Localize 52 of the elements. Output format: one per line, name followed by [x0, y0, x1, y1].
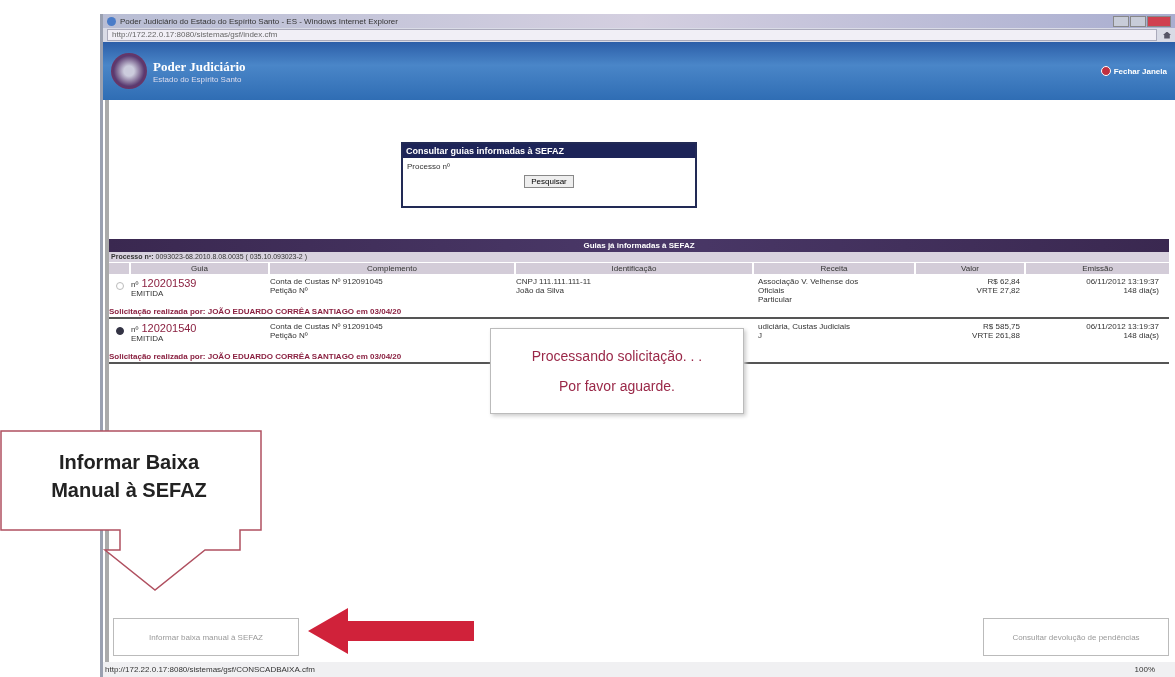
field-label: Processo nº [406, 161, 451, 173]
guide-status: EMITIDA [131, 334, 165, 343]
results-title-bar: Guias já informadas à SEFAZ [109, 239, 1169, 252]
table-cell-text: Petição Nº [270, 331, 309, 340]
close-icon [1100, 66, 1111, 76]
home-icon[interactable] [1163, 31, 1171, 39]
address-field[interactable]: http://172.22.0.17:8080/sistemas/gsf/index.cfm [107, 29, 1157, 41]
column-header: Identificação [516, 263, 752, 274]
table-cell: VRTE 27,82 [976, 286, 1020, 295]
loading-message: Por favor aguarde. [559, 378, 675, 394]
browser-icon [107, 16, 116, 26]
table-cell-text: udiciária, Custas Judiciais [758, 322, 852, 331]
table-cell-text: Conta de Custas Nº 912091045 [270, 322, 384, 331]
table-cell-text: Particular [758, 295, 793, 304]
table-cell: 148 dia(s) [1123, 331, 1159, 340]
row-radio[interactable] [116, 282, 124, 290]
table-cell-text: João da Silva [516, 286, 566, 295]
zoom-level[interactable]: 100% [1134, 665, 1155, 674]
window-controls-icon[interactable] [1113, 15, 1171, 27]
table-cell-text: J [758, 331, 763, 340]
close-window-link[interactable]: Fechar Janela [1100, 66, 1167, 76]
column-header: Valor [916, 263, 1024, 274]
column-header: Receita [754, 263, 914, 274]
column-header: Guia [131, 263, 268, 274]
table-cell: 06/11/2012 13:19:37 [1086, 322, 1159, 331]
column-header: Complemento [270, 263, 514, 274]
guide-status: EMITIDA [131, 289, 165, 298]
column-header [109, 263, 129, 274]
guide-number: nº 120201539 [131, 277, 198, 289]
table-cell-text: Oficiais [758, 286, 786, 295]
column-header: Emissão [1026, 263, 1169, 274]
guide-number: nº 120201540 [131, 322, 198, 334]
table-cell-text: Associação V. Velhense dos [758, 277, 860, 286]
table-cell-text: CNPJ 111.111.111-11 [516, 277, 592, 286]
arrow-icon [308, 608, 474, 654]
emblem-icon [111, 53, 147, 89]
row-radio[interactable] [116, 327, 124, 335]
table-cell-text: Petição Nº [270, 286, 309, 295]
site-title: Poder Judiciário [153, 58, 247, 75]
table-cell: 148 dia(s) [1123, 286, 1159, 295]
table-cell: R$ 585,75 [983, 322, 1020, 331]
table-cell: VRTE 261,88 [972, 331, 1020, 340]
table-cell: R$ 62,84 [987, 277, 1020, 286]
request-info: Solicitação realizada por: JOÃO EDUARDO CORRÊA SANTIAGO em 03/04/20 [109, 307, 1169, 319]
window-title: Poder Judiciário do Estado do Espírito Santo - ES - Windows Internet Explorer [120, 16, 399, 26]
callout-text: Informar Baixa Manual à SEFAZ [50, 450, 208, 503]
table-cell: 06/11/2012 13:19:37 [1086, 277, 1159, 286]
site-subtitle: Estado do Espírito Santo [153, 74, 243, 84]
panel-title: Consultar guias informadas à SEFAZ [403, 144, 695, 158]
table-cell-text: Conta de Custas Nº 912091045 [270, 277, 384, 286]
search-button[interactable]: Pesquisar [524, 175, 574, 188]
status-url: http://172.22.0.17:8080/sistemas/gsf/CONSCADBAIXA.cfm [105, 665, 315, 674]
